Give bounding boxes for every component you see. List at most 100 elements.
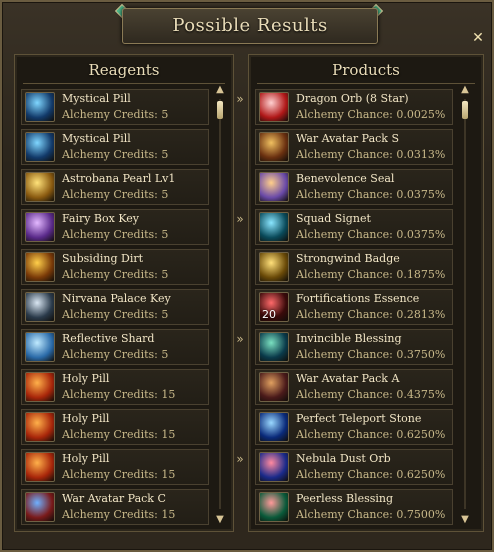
product-row[interactable]: War Avatar Pack A Alchemy Chance: 0.4375% bbox=[255, 369, 453, 405]
reagents-panel: Reagents Mystical Pill Alchemy Credits: 5… bbox=[14, 54, 234, 532]
alchemy-credits: Alchemy Credits: 15 bbox=[62, 468, 176, 481]
products-header: Products bbox=[332, 61, 400, 79]
alchemy-chance: Alchemy Chance: 0.4375% bbox=[296, 388, 446, 401]
signet-icon bbox=[259, 212, 289, 242]
alchemy-chance: Alchemy Chance: 0.0025% bbox=[296, 108, 446, 121]
scroll-track[interactable] bbox=[464, 99, 466, 509]
item-name: Astrobana Pearl Lv1 bbox=[62, 172, 176, 185]
alchemy-credits: Alchemy Credits: 5 bbox=[62, 268, 169, 281]
product-row[interactable]: Perfect Teleport Stone Alchemy Chance: 0.… bbox=[255, 409, 453, 445]
product-row[interactable]: 20 Fortifications Essence Alchemy Chance: … bbox=[255, 289, 453, 325]
alchemy-credits: Alchemy Credits: 5 bbox=[62, 148, 169, 161]
item-name: Fairy Box Key bbox=[62, 212, 139, 225]
scroll-thumb[interactable] bbox=[217, 101, 223, 119]
scroll-down-icon[interactable]: ▼ bbox=[459, 515, 471, 525]
product-row[interactable]: Dragon Orb (8 Star) Alchemy Chance: 0.002… bbox=[255, 89, 453, 125]
purple-key-icon bbox=[25, 212, 55, 242]
item-name: Fortifications Essence bbox=[296, 292, 420, 305]
treasure-chest-icon bbox=[259, 372, 289, 402]
products-panel: Products Dragon Orb (8 Star) Alchemy Chan… bbox=[248, 54, 484, 532]
item-name: War Avatar Pack C bbox=[62, 492, 166, 505]
scroll-up-icon[interactable]: ▲ bbox=[214, 85, 226, 95]
scroll-thumb[interactable] bbox=[462, 101, 468, 119]
reagent-row[interactable]: War Avatar Pack C Alchemy Credits: 15 bbox=[21, 489, 209, 525]
reagent-row[interactable]: Holy Pill Alchemy Credits: 15 bbox=[21, 369, 209, 405]
orange-orb-icon bbox=[25, 372, 55, 402]
essence-jar-icon: 20 bbox=[259, 292, 289, 322]
arrow-separator-icon: » bbox=[236, 92, 244, 106]
orange-orb-icon bbox=[25, 452, 55, 482]
alchemy-chance: Alchemy Chance: 0.7500% bbox=[296, 508, 446, 521]
red-orb-icon bbox=[259, 92, 289, 122]
reagent-row[interactable]: Mystical Pill Alchemy Credits: 5 bbox=[21, 89, 209, 125]
crystal-shard-icon bbox=[25, 332, 55, 362]
alchemy-credits: Alchemy Credits: 5 bbox=[62, 108, 169, 121]
seal-scroll-icon bbox=[259, 172, 289, 202]
possible-results-window: Possible Results ✕ Reagents Mystical Pil… bbox=[0, 0, 494, 552]
reagent-row[interactable]: Holy Pill Alchemy Credits: 15 bbox=[21, 409, 209, 445]
item-name: War Avatar Pack S bbox=[296, 132, 399, 145]
product-row[interactable]: Strongwind Badge Alchemy Chance: 0.1875% bbox=[255, 249, 453, 285]
scroll-track[interactable] bbox=[219, 99, 221, 509]
alchemy-chance: Alchemy Chance: 0.0375% bbox=[296, 228, 446, 241]
nebula-orb-icon bbox=[259, 452, 289, 482]
item-name: Subsiding Dirt bbox=[62, 252, 144, 265]
item-name: Squad Signet bbox=[296, 212, 371, 225]
product-row[interactable]: Squad Signet Alchemy Chance: 0.0375% bbox=[255, 209, 453, 245]
alchemy-credits: Alchemy Credits: 15 bbox=[62, 428, 176, 441]
alchemy-credits: Alchemy Credits: 5 bbox=[62, 228, 169, 241]
item-name: Strongwind Badge bbox=[296, 252, 400, 265]
item-name: Reflective Shard bbox=[62, 332, 155, 345]
item-name: Holy Pill bbox=[62, 412, 110, 425]
item-name: Perfect Teleport Stone bbox=[296, 412, 422, 425]
war-avatar-icon bbox=[25, 492, 55, 522]
scroll-up-icon[interactable]: ▲ bbox=[459, 85, 471, 95]
alchemy-chance: Alchemy Chance: 0.3750% bbox=[296, 348, 446, 361]
alchemy-chance: Alchemy Chance: 0.6250% bbox=[296, 468, 446, 481]
header-divider bbox=[23, 83, 225, 84]
reagents-scrollbar[interactable]: ▲ ▼ bbox=[214, 85, 226, 525]
teleport-stone-icon bbox=[259, 412, 289, 442]
alchemy-credits: Alchemy Credits: 5 bbox=[62, 348, 169, 361]
item-name: War Avatar Pack A bbox=[296, 372, 400, 385]
item-name: Dragon Orb (8 Star) bbox=[296, 92, 409, 105]
reagent-row[interactable]: Subsiding Dirt Alchemy Credits: 5 bbox=[21, 249, 209, 285]
silver-key-icon bbox=[25, 292, 55, 322]
reagent-row[interactable]: Nirvana Palace Key Alchemy Credits: 5 bbox=[21, 289, 209, 325]
product-row[interactable]: Nebula Dust Orb Alchemy Chance: 0.6250% bbox=[255, 449, 453, 485]
gold-badge-icon bbox=[259, 252, 289, 282]
reagent-row[interactable]: Mystical Pill Alchemy Credits: 5 bbox=[21, 129, 209, 165]
alchemy-chance: Alchemy Chance: 0.0375% bbox=[296, 188, 446, 201]
product-row[interactable]: Benevolence Seal Alchemy Chance: 0.0375% bbox=[255, 169, 453, 205]
alchemy-credits: Alchemy Credits: 15 bbox=[62, 508, 176, 521]
reagent-row[interactable]: Reflective Shard Alchemy Credits: 5 bbox=[21, 329, 209, 365]
item-name: Holy Pill bbox=[62, 452, 110, 465]
item-name: Benevolence Seal bbox=[296, 172, 395, 185]
scroll-down-icon[interactable]: ▼ bbox=[214, 515, 226, 525]
blessing-pouch-icon bbox=[259, 332, 289, 362]
reagent-row[interactable]: Astrobana Pearl Lv1 Alchemy Credits: 5 bbox=[21, 169, 209, 205]
close-icon[interactable]: ✕ bbox=[470, 30, 486, 46]
alchemy-chance: Alchemy Chance: 0.0313% bbox=[296, 148, 446, 161]
item-name: Nirvana Palace Key bbox=[62, 292, 171, 305]
item-name: Mystical Pill bbox=[62, 92, 131, 105]
alchemy-chance: Alchemy Chance: 0.6250% bbox=[296, 428, 446, 441]
reagents-header: Reagents bbox=[88, 61, 160, 79]
product-row[interactable]: War Avatar Pack S Alchemy Chance: 0.0313% bbox=[255, 129, 453, 165]
item-name: Mystical Pill bbox=[62, 132, 131, 145]
product-row[interactable]: Peerless Blessing Alchemy Chance: 0.7500% bbox=[255, 489, 453, 525]
arrow-separator-icon: » bbox=[236, 212, 244, 226]
alchemy-credits: Alchemy Credits: 5 bbox=[62, 188, 169, 201]
reagent-row[interactable]: Fairy Box Key Alchemy Credits: 5 bbox=[21, 209, 209, 245]
treasure-chest-icon bbox=[259, 132, 289, 162]
product-row[interactable]: Invincible Blessing Alchemy Chance: 0.375… bbox=[255, 329, 453, 365]
products-scrollbar[interactable]: ▲ ▼ bbox=[459, 85, 471, 525]
alchemy-chance: Alchemy Chance: 0.1875% bbox=[296, 268, 446, 281]
title-plate: Possible Results bbox=[122, 8, 378, 44]
reagent-row[interactable]: Holy Pill Alchemy Credits: 15 bbox=[21, 449, 209, 485]
item-quantity: 20 bbox=[262, 308, 276, 321]
item-name: Holy Pill bbox=[62, 372, 110, 385]
arrow-separator-icon: » bbox=[236, 452, 244, 466]
arrow-separator-icon: » bbox=[236, 332, 244, 346]
window-title: Possible Results bbox=[172, 15, 328, 36]
